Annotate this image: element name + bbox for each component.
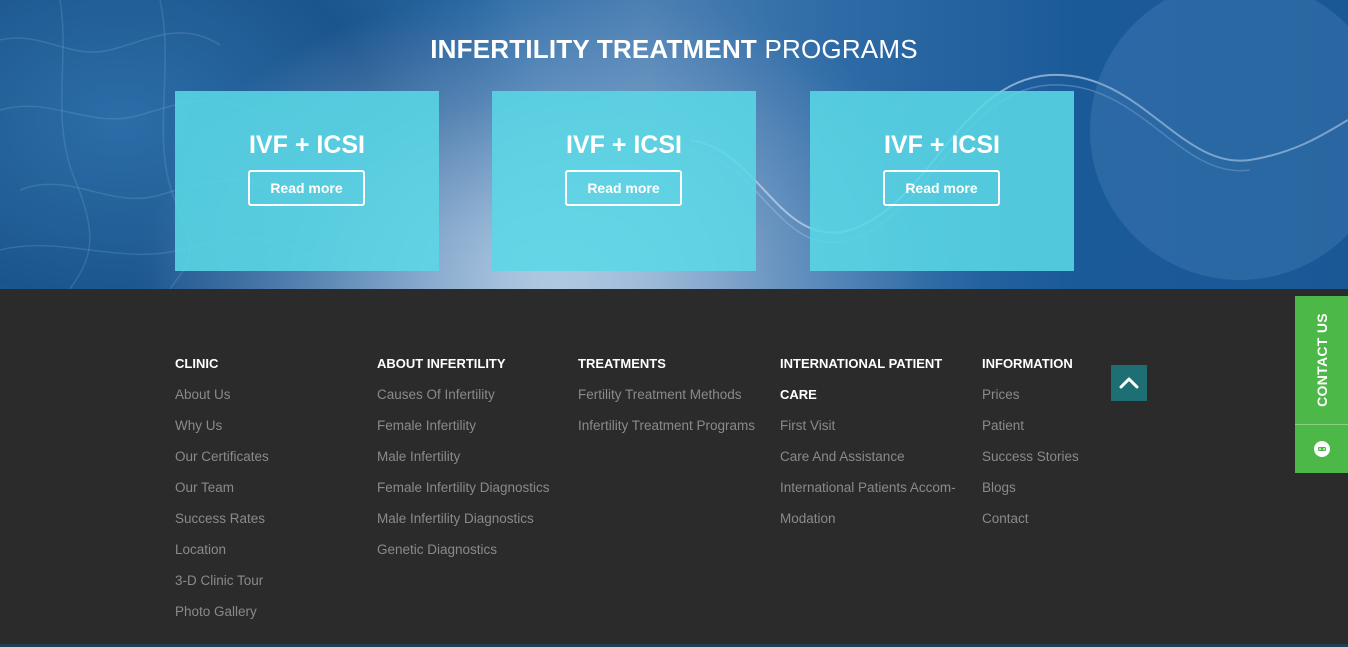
program-card-title: IVF + ICSI [248, 131, 365, 159]
footer-link[interactable]: Male Infertility Diagnostics [377, 503, 567, 534]
footer-link[interactable]: Male Infertility [377, 441, 567, 472]
footer-column-about-infertility: ABOUT INFERTILITY Causes Of Infertility … [377, 348, 567, 565]
program-card-title: IVF + ICSI [565, 131, 682, 159]
footer-column-heading: INTERNATIONAL PATIENT [780, 356, 943, 371]
program-card-1: IVF + ICSI Read more [175, 91, 439, 271]
scroll-to-top-button[interactable] [1111, 365, 1147, 401]
footer-link[interactable]: Infertility Treatment Programs [578, 410, 768, 441]
footer-column-clinic: CLINIC About Us Why Us Our Certificates … [175, 348, 365, 627]
footer-link[interactable]: Contact [982, 503, 1102, 534]
footer-link[interactable]: Our Certificates [175, 441, 365, 472]
read-more-button[interactable]: Read more [883, 170, 1000, 206]
contact-us-label-wrap: CONTACT US [1295, 296, 1348, 424]
footer-link[interactable]: Genetic Diagnostics [377, 534, 567, 565]
footer-link[interactable]: Why Us [175, 410, 365, 441]
footer-link[interactable]: Prices [982, 379, 1102, 410]
footer-link[interactable]: Modation [780, 503, 970, 534]
footer-link[interactable]: Female Infertility Diagnostics [377, 472, 567, 503]
footer-column-heading: CLINIC [175, 356, 219, 371]
program-card-2: IVF + ICSI Read more [492, 91, 756, 271]
footer-column-heading: ABOUT INFERTILITY [377, 356, 506, 371]
section-title-bold: INFERTILITY TREATMENT [430, 34, 758, 64]
footer-link[interactable]: Patient [982, 410, 1102, 441]
footer-link[interactable]: Care And Assistance [780, 441, 970, 472]
footer-column-heading: CARE [780, 387, 817, 402]
footer-link[interactable]: Blogs [982, 472, 1102, 503]
footer-link[interactable]: Female Infertility [377, 410, 567, 441]
section-title: INFERTILITY TREATMENT PROGRAMS [0, 34, 1348, 65]
footer-link[interactable]: 3-D Clinic Tour [175, 565, 365, 596]
footer-column-international-patient-care: INTERNATIONAL PATIENT CARE First Visit C… [780, 348, 970, 534]
contact-us-tab[interactable]: CONTACT US [1295, 296, 1348, 473]
section-title-light: PROGRAMS [764, 34, 918, 64]
site-footer: CLINIC About Us Why Us Our Certificates … [0, 289, 1348, 647]
footer-link[interactable]: Location [175, 534, 365, 565]
chevron-up-icon [1119, 377, 1139, 389]
read-more-button[interactable]: Read more [565, 170, 682, 206]
footer-link[interactable]: Our Team [175, 472, 365, 503]
footer-column-heading: INFORMATION [982, 356, 1073, 371]
chat-button[interactable] [1295, 425, 1348, 473]
footer-link[interactable]: Causes Of Infertility [377, 379, 567, 410]
program-card-3: IVF + ICSI Read more [810, 91, 1074, 271]
footer-link[interactable]: Fertility Treatment Methods [578, 379, 768, 410]
footer-link[interactable]: Success Rates [175, 503, 365, 534]
footer-link[interactable]: About Us [175, 379, 365, 410]
footer-link[interactable]: International Patients Accom- [780, 472, 970, 503]
footer-link[interactable]: Success Stories [982, 441, 1102, 472]
programs-hero: INFERTILITY TREATMENT PROGRAMS IVF + ICS… [0, 0, 1348, 289]
footer-column-heading: TREATMENTS [578, 356, 666, 371]
footer-link[interactable]: First Visit [780, 410, 970, 441]
footer-column-treatments: TREATMENTS Fertility Treatment Methods I… [578, 348, 768, 441]
footer-column-information: INFORMATION Prices Patient Success Stori… [982, 348, 1102, 534]
footer-link[interactable]: Photo Gallery [175, 596, 365, 627]
chat-icon [1313, 441, 1330, 457]
contact-us-label: CONTACT US [1313, 313, 1330, 407]
program-card-title: IVF + ICSI [883, 131, 1000, 159]
read-more-button[interactable]: Read more [248, 170, 365, 206]
